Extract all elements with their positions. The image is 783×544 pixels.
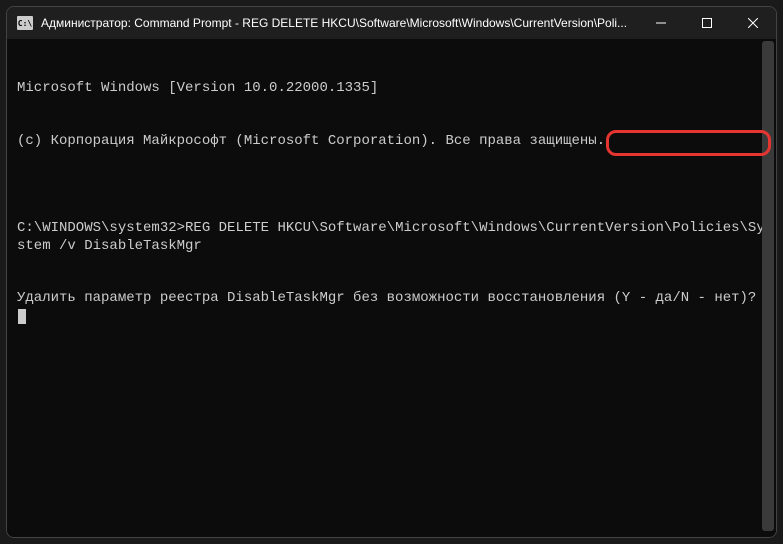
maximize-button[interactable] (684, 7, 730, 39)
terminal-area[interactable]: Microsoft Windows [Version 10.0.22000.13… (7, 39, 776, 537)
window-controls (638, 7, 776, 39)
command-line: C:\WINDOWS\system32>REG DELETE HKCU\Soft… (17, 220, 766, 255)
scrollbar-thumb[interactable] (762, 41, 774, 531)
scrollbar[interactable] (762, 41, 774, 531)
confirm-text: Удалить параметр реестра DisableTaskMgr … (17, 290, 605, 306)
minimize-icon (656, 18, 666, 28)
confirm-options: (Y - да/N - нет)? (605, 290, 765, 306)
version-line: Microsoft Windows [Version 10.0.22000.13… (17, 80, 766, 98)
copyright-line: (c) Корпорация Майкрософт (Microsoft Cor… (17, 133, 766, 151)
confirm-line: Удалить параметр реестра DisableTaskMgr … (17, 290, 766, 325)
titlebar[interactable]: C:\ Администратор: Command Prompt - REG … (7, 7, 776, 39)
close-button[interactable] (730, 7, 776, 39)
prompt-path: C:\WINDOWS\system32> (17, 220, 185, 236)
command-prompt-window: C:\ Администратор: Command Prompt - REG … (6, 6, 777, 538)
maximize-icon (702, 18, 712, 28)
close-icon (748, 18, 758, 28)
cursor (18, 309, 26, 324)
cmd-icon-text: C:\ (18, 19, 32, 28)
cmd-icon: C:\ (17, 16, 33, 30)
minimize-button[interactable] (638, 7, 684, 39)
window-title: Администратор: Command Prompt - REG DELE… (41, 16, 638, 30)
